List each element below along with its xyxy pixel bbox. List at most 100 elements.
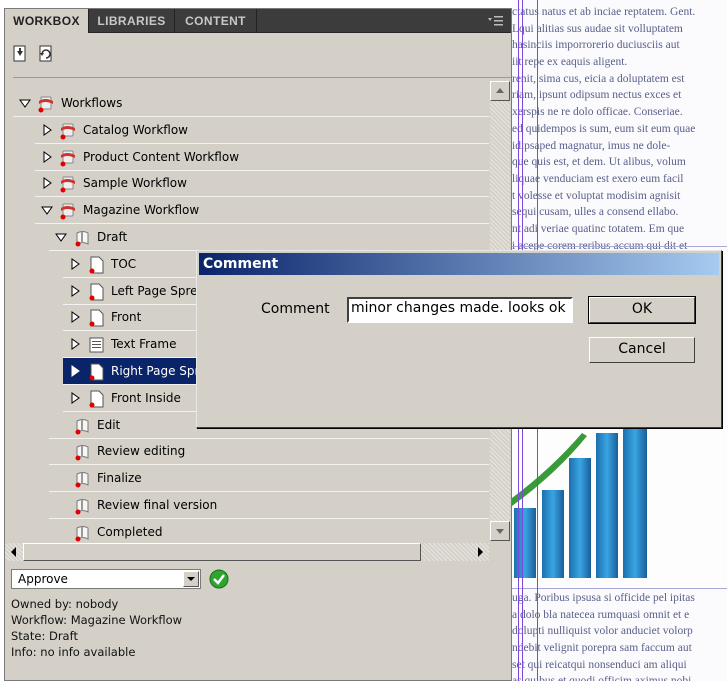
tree-row[interactable]: Front xyxy=(63,304,199,332)
expand-right-icon[interactable] xyxy=(69,365,81,377)
expand-right-icon[interactable] xyxy=(41,123,53,136)
guide-line xyxy=(512,246,727,247)
expand-right-icon[interactable] xyxy=(41,177,53,190)
expand-right-icon[interactable] xyxy=(69,391,81,404)
workflow-icon xyxy=(59,202,79,220)
tree-row-label: Magazine Workflow xyxy=(83,203,200,218)
info-text: Info: no info available xyxy=(11,645,136,659)
document-text-line: liquae venduciam est exero eum facil xyxy=(512,172,684,185)
dialog-title: Comment xyxy=(203,256,279,272)
page-icon xyxy=(87,283,107,301)
comment-label: Comment xyxy=(261,301,330,317)
tree-row[interactable]: Text Frame xyxy=(63,331,199,359)
tab-libraries[interactable]: LIBRARIES xyxy=(89,9,175,33)
tree-row-label: Finalize xyxy=(97,471,142,486)
document-text-line: xerspis ne re dolo officae. Conseriae. xyxy=(512,106,683,119)
workflows-folder-icon xyxy=(37,95,57,113)
panel-menu-icon[interactable] xyxy=(487,13,505,29)
document-text-bottom: uga. Poribus ipsusa si officide pel ipit… xyxy=(512,590,727,681)
tree-row-label: Workflows xyxy=(61,96,123,110)
tree-row-label: Left Page Spread xyxy=(111,283,199,298)
tree-row[interactable]: Catalog Workflow xyxy=(35,117,489,144)
cancel-button[interactable]: Cancel xyxy=(589,337,695,363)
tree-row-label: TOC xyxy=(111,256,137,271)
expand-right-icon[interactable] xyxy=(69,338,81,351)
execute-action-button[interactable] xyxy=(209,569,229,589)
tree-row[interactable]: TOC xyxy=(63,251,199,278)
document-text-line: dolupti nulliquist volor anduciet volorp xyxy=(512,625,693,638)
expand-right-icon[interactable] xyxy=(69,257,81,270)
workflow-info-text: Workflow: Magazine Workflow xyxy=(11,613,183,627)
document-text-line: nt adi veriae quatinc totatem. Em que xyxy=(512,222,685,235)
tree-row-label: Front xyxy=(111,310,142,325)
action-dropdown[interactable]: Approve xyxy=(11,569,201,589)
tree-row-label: Right Page Spread xyxy=(111,364,199,378)
comment-dialog: Comment Comment minor changes made. look… xyxy=(196,250,722,428)
check-in-icon[interactable] xyxy=(11,45,29,63)
tree-horizontal-scrollbar[interactable] xyxy=(5,543,489,561)
tree-row[interactable]: Left Page Spread xyxy=(63,278,199,305)
tree-row[interactable]: Product Content Workflow xyxy=(35,144,489,171)
document-text-line: ed quidempos is sum, eum sit eum quae xyxy=(512,122,696,135)
action-dropdown-value: Approve xyxy=(18,572,68,586)
chevron-down-icon[interactable] xyxy=(183,571,199,587)
scroll-up-button[interactable] xyxy=(490,81,510,101)
scroll-down-button[interactable] xyxy=(490,521,510,541)
document-text-top: ctatus natus et ab inciae reptatem. Gent… xyxy=(512,4,727,254)
state-icon xyxy=(73,417,93,435)
document-text-line: as quibus et quodi officim aximus nobi xyxy=(512,673,727,681)
tab-workbox[interactable]: WORKBOX xyxy=(5,9,89,33)
tree-row-label: Sample Workflow xyxy=(83,176,187,191)
tree-row-label: Draft xyxy=(97,230,128,244)
document-text-line: ndebit velignit porepra sam faccum aut xyxy=(512,642,692,655)
page-icon xyxy=(87,256,107,274)
document-text-line: t volesse et voluptat modisim agnisit xyxy=(512,189,681,202)
scroll-left-icon[interactable] xyxy=(7,545,21,559)
state-icon xyxy=(73,497,93,515)
document-text-line: riam, ipsunt odipsum nectus exces et xyxy=(512,89,682,102)
document-text-line: que quis est, et dem. Ut alibus, volum xyxy=(512,156,686,169)
tab-content[interactable]: CONTENT xyxy=(175,9,257,33)
ok-button[interactable]: OK xyxy=(588,296,696,324)
refresh-icon[interactable] xyxy=(37,45,55,63)
expand-right-icon[interactable] xyxy=(69,311,81,324)
document-text-line: Lqui alitias sus audae sit volluptatem xyxy=(512,22,683,35)
tree-row[interactable]: Magazine Workflow xyxy=(35,197,489,225)
tree-row[interactable]: Review final version xyxy=(49,492,489,519)
tree-row-label: Front Inside xyxy=(111,390,181,405)
arrow-down-icon xyxy=(496,529,504,534)
dialog-title-bar[interactable]: Comment xyxy=(199,253,719,275)
comment-input[interactable]: minor changes made. looks ok xyxy=(347,297,573,323)
workflow-icon xyxy=(59,149,79,167)
tree-row[interactable]: Review editing xyxy=(49,438,489,466)
expand-right-icon[interactable] xyxy=(41,150,53,163)
tree-row[interactable]: Sample Workflow xyxy=(35,170,489,198)
document-text-line: sequi cusam, ulles a consend ellabo. xyxy=(512,206,679,219)
tree-row-label: Edit xyxy=(97,417,121,432)
expand-right-icon[interactable] xyxy=(69,284,81,297)
state-info-text: State: Draft xyxy=(11,629,78,643)
tree-row[interactable]: Workflows xyxy=(13,90,489,117)
expand-down-icon[interactable] xyxy=(41,204,53,216)
tree-row-label: Review editing xyxy=(97,444,186,459)
expand-down-icon[interactable] xyxy=(55,231,67,243)
horizontal-scroll-thumb[interactable] xyxy=(23,543,421,561)
document-text-line: idipsaped magnatur, imus ne dole- xyxy=(512,139,671,152)
owned-by-text: Owned by: nobody xyxy=(11,597,119,611)
expand-down-icon[interactable] xyxy=(19,97,31,109)
document-text-line: hasinciis imporrorerio duciusciis aut xyxy=(512,39,680,52)
tree-row[interactable]: Right Page Spread xyxy=(63,358,199,385)
document-text-line: ctatus natus et ab inciae reptatem. Gent… xyxy=(512,6,696,18)
tree-row[interactable]: Draft xyxy=(49,224,489,251)
page-icon xyxy=(87,363,107,381)
tree-row-label: Text Frame xyxy=(111,337,177,352)
document-text-line: set qui reicatqui nonsenduci am aliqui xyxy=(512,658,687,671)
text-frame-icon xyxy=(87,336,107,354)
scroll-right-icon[interactable] xyxy=(473,545,487,559)
tree-row[interactable]: Finalize xyxy=(49,465,489,493)
state-icon xyxy=(73,443,93,461)
tree-row[interactable]: Front Inside xyxy=(63,385,199,412)
document-text-line: iit repe ex eaquis aligent. xyxy=(512,56,628,69)
tree-row[interactable]: Completed xyxy=(49,519,489,546)
document-text-line: renit, sima cus, eicia a doluptatem est xyxy=(512,72,685,85)
